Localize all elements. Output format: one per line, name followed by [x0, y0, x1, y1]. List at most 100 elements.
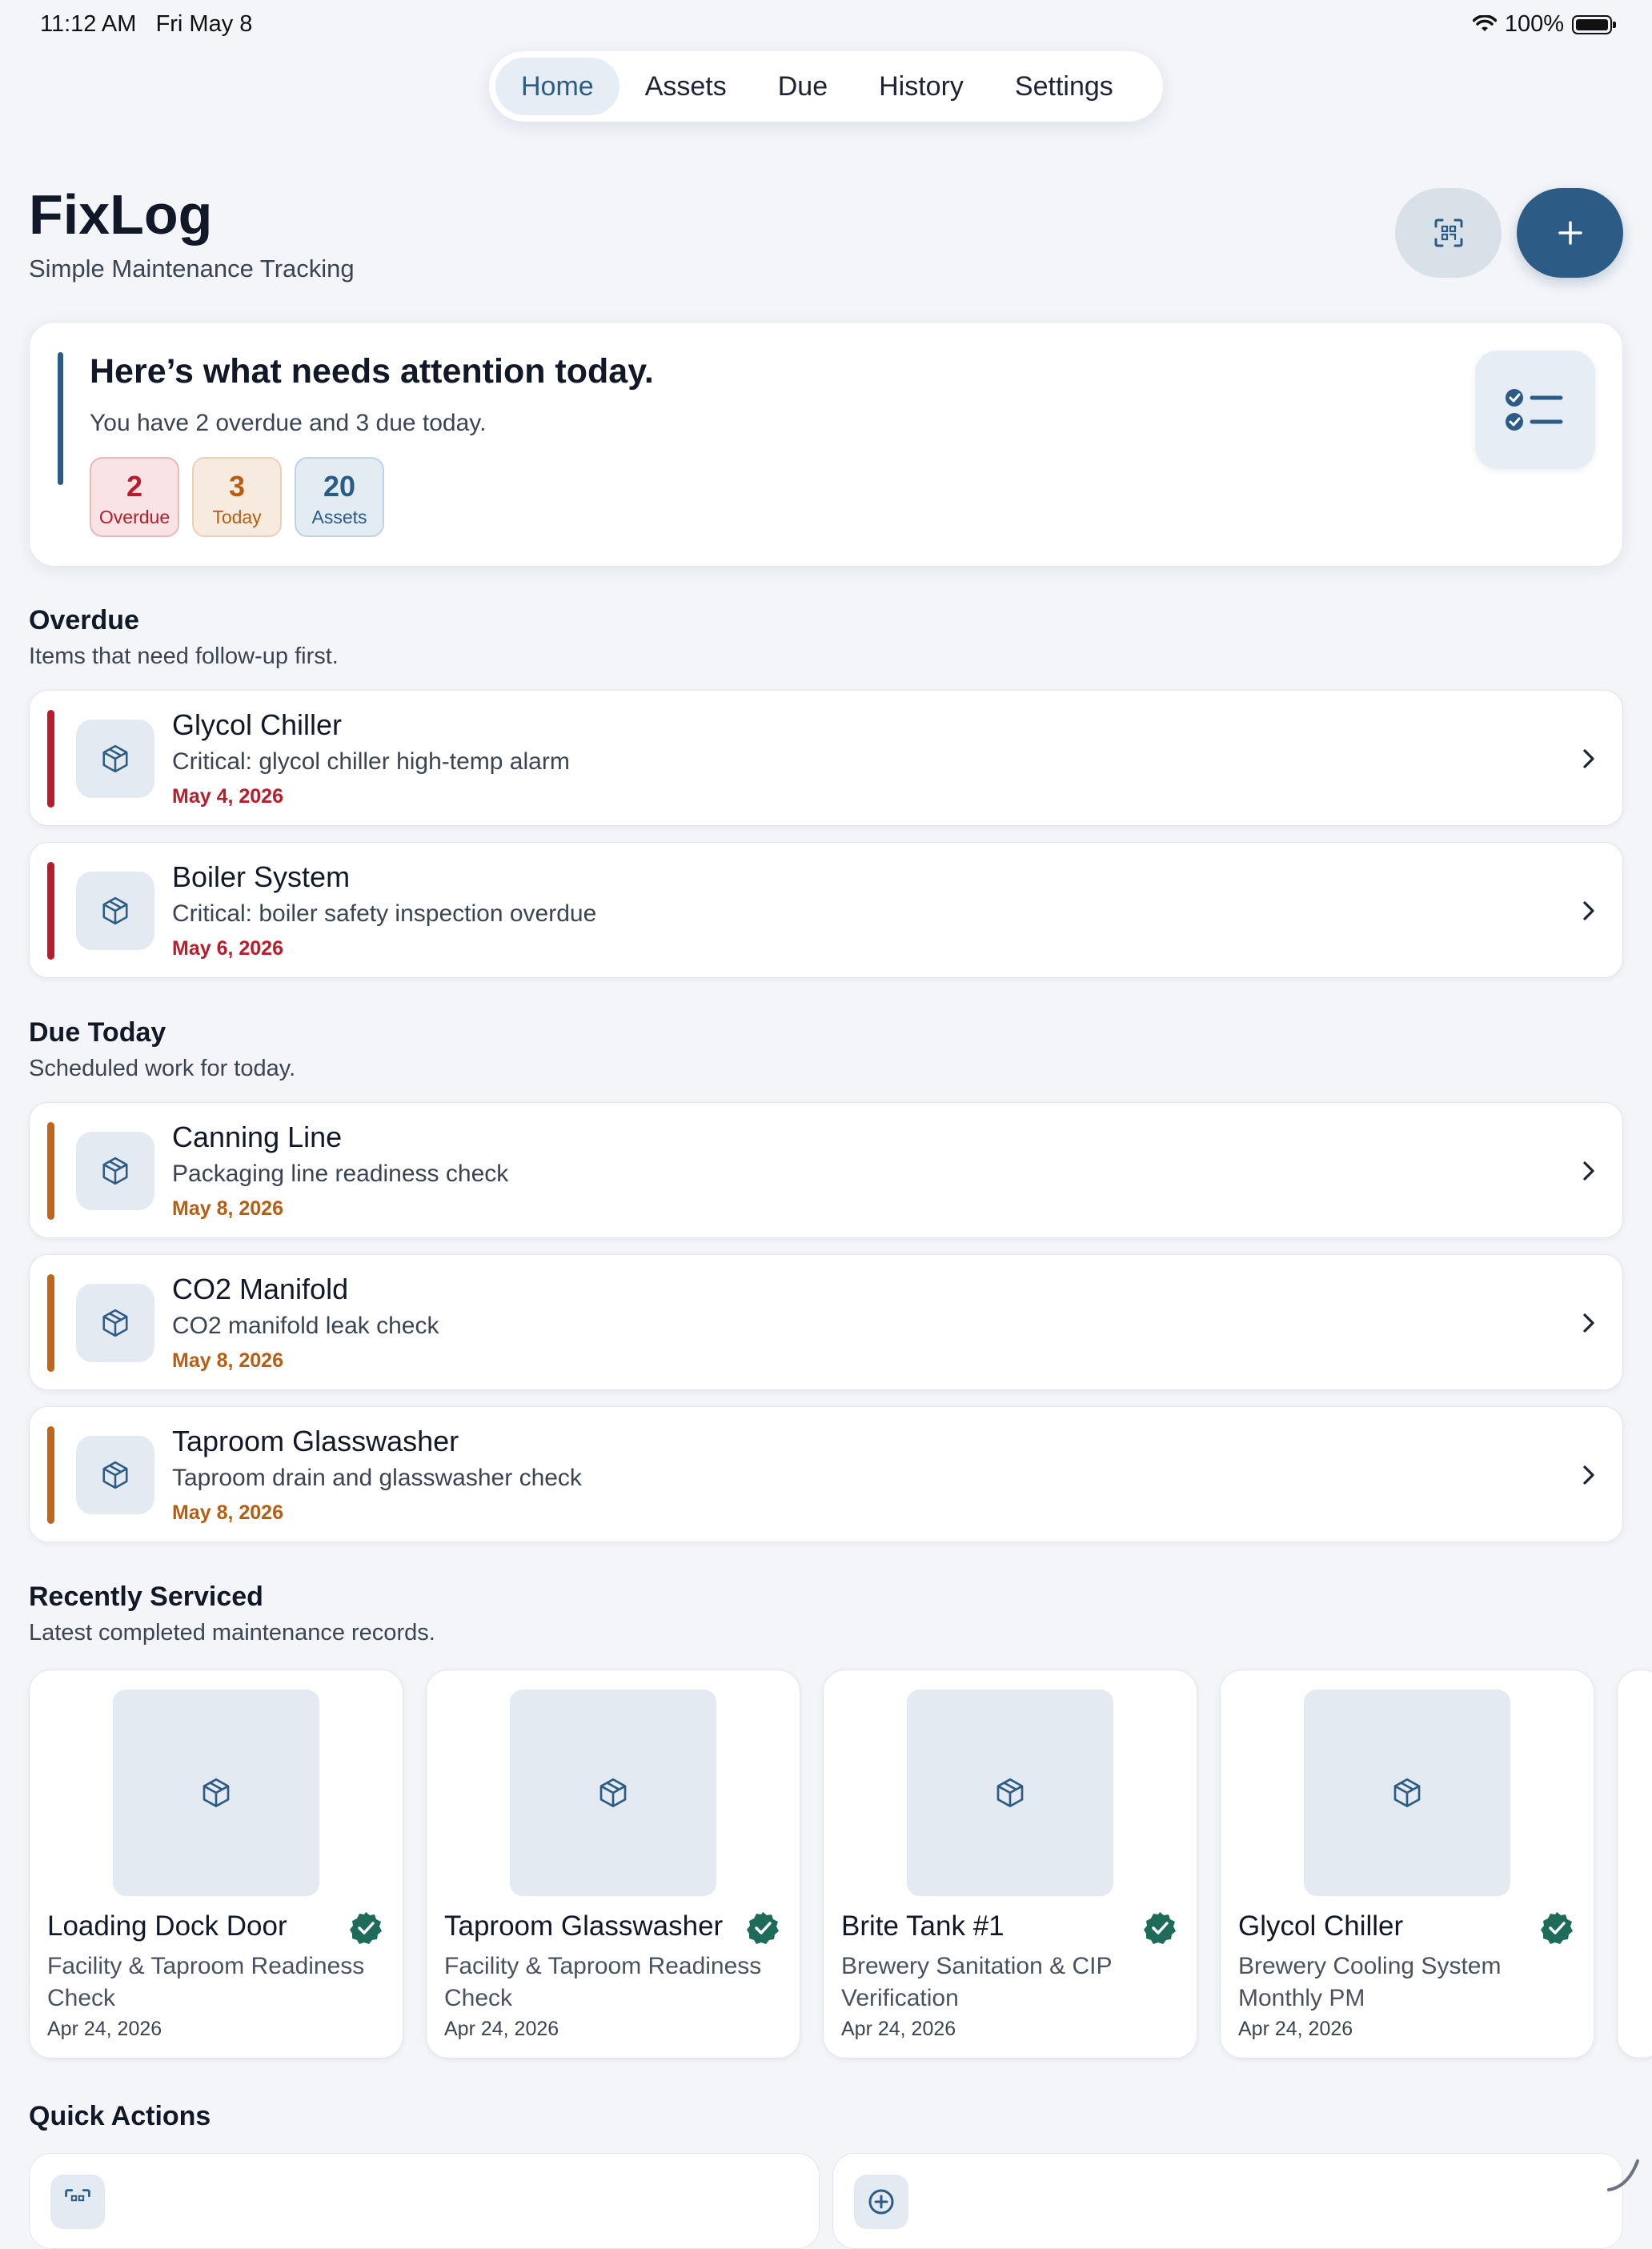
due-date: May 6, 2026 [172, 937, 283, 960]
due-indicator [47, 1274, 54, 1372]
service-description: Brewery Sanitation & CIP Verification [841, 1953, 1112, 2011]
status-date: Fri May 8 [155, 11, 253, 37]
asset-photo-placeholder [1304, 1690, 1510, 1896]
box-icon [102, 744, 128, 773]
quick-action-scan[interactable] [29, 2153, 820, 2249]
asset-name: Glycol Chiller [172, 708, 343, 741]
tab-due[interactable]: Due [752, 58, 853, 115]
due-date: May 8, 2026 [172, 1501, 283, 1524]
box-icon [102, 1157, 128, 1185]
tab-home[interactable]: Home [495, 58, 620, 115]
list-item[interactable]: Boiler System Critical: boiler safety in… [29, 842, 1623, 978]
service-description: Brewery Cooling System Monthly PM [1238, 1953, 1502, 2011]
due-indicator [47, 1122, 54, 1220]
box-icon [202, 1778, 230, 1807]
today-count: 3 [228, 470, 246, 503]
chevron-right-icon [1574, 739, 1603, 779]
status-indicators: 100% [1472, 11, 1616, 38]
asset-name: Brite Tank #1 [841, 1910, 1004, 1942]
overdue-count-badge[interactable]: 2 Overdue [90, 457, 179, 537]
box-icon [599, 1778, 627, 1807]
asset-name: Glycol Chiller [1238, 1910, 1404, 1942]
page-title: FixLog [29, 183, 213, 246]
qr-scan-icon [50, 2175, 105, 2229]
due-today-section-subtitle: Scheduled work for today. [29, 1056, 296, 1081]
box-icon [102, 1309, 128, 1337]
list-item[interactable]: Taproom Glasswasher Taproom drain and gl… [29, 1406, 1623, 1542]
verified-badge-icon [747, 1912, 779, 1944]
overdue-indicator [47, 862, 54, 960]
box-icon [996, 1778, 1024, 1807]
top-nav: Home Assets Due History Settings [489, 51, 1163, 122]
service-card[interactable]: Loading Dock Door Facility & Taproom Rea… [29, 1670, 403, 2059]
tab-assets[interactable]: Assets [620, 58, 752, 115]
verified-badge-icon [350, 1912, 382, 1944]
quick-actions-title: Quick Actions [29, 2101, 211, 2131]
chevron-right-icon [1574, 1151, 1603, 1191]
scan-button[interactable] [1395, 188, 1502, 278]
asset-photo-placeholder [907, 1690, 1113, 1896]
asset-photo-placeholder [113, 1690, 319, 1896]
assets-count-label: Assets [311, 507, 367, 527]
asset-icon-tile [76, 720, 154, 798]
due-indicator [47, 1426, 54, 1524]
assets-count: 20 [323, 470, 356, 503]
overdue-count-label: Overdue [98, 507, 170, 527]
task-description: Critical: glycol chiller high-temp alarm [172, 748, 570, 775]
quick-action-add[interactable] [832, 2153, 1623, 2249]
verified-badge-icon [1541, 1912, 1573, 1944]
battery-icon [1572, 14, 1616, 34]
today-count-label: Today [212, 507, 262, 527]
asset-icon-tile [76, 1284, 154, 1362]
recent-section-subtitle: Latest completed maintenance records. [29, 1620, 435, 1646]
battery-percent: 100% [1504, 11, 1564, 37]
service-date: Apr 24, 2026 [1238, 2018, 1353, 2040]
due-date: May 4, 2026 [172, 785, 283, 808]
asset-name: Canning Line [172, 1120, 343, 1153]
today-count-badge[interactable]: 3 Today [192, 457, 282, 537]
asset-name: Taproom Glasswasher [172, 1425, 459, 1457]
verified-badge-icon [1144, 1912, 1176, 1944]
attention-title: Here’s what needs attention today. [90, 352, 654, 391]
asset-name: Boiler System [172, 860, 351, 893]
list-item[interactable]: Canning Line Packaging line readiness ch… [29, 1102, 1623, 1238]
add-button[interactable] [1517, 188, 1623, 278]
wifi-icon [1472, 14, 1497, 31]
asset-name: Loading Dock Door [47, 1910, 287, 1942]
task-description: Critical: boiler safety inspection overd… [172, 900, 597, 927]
attention-accent-bar [58, 352, 63, 485]
tab-history[interactable]: History [853, 58, 989, 115]
due-date: May 8, 2026 [172, 1349, 283, 1372]
status-time: 11:12 AM Fri May 8 [40, 11, 253, 37]
tab-settings[interactable]: Settings [989, 58, 1139, 115]
list-item[interactable]: Glycol Chiller Critical: glycol chiller … [29, 690, 1623, 826]
overdue-indicator [47, 710, 54, 808]
box-icon [102, 1461, 128, 1489]
checklist-icon [1506, 389, 1563, 431]
service-card[interactable]: Glycol Chiller Brewery Cooling System Mo… [1220, 1670, 1594, 2059]
assets-count-badge[interactable]: 20 Assets [295, 457, 384, 537]
service-card-partial[interactable] [1617, 1670, 1652, 2059]
due-date: May 8, 2026 [172, 1197, 283, 1220]
resize-handle-icon[interactable] [1604, 2155, 1644, 2195]
task-description: Taproom drain and glasswasher check [172, 1465, 582, 1491]
task-description: Packaging line readiness check [172, 1161, 509, 1187]
attention-summary: You have 2 overdue and 3 due today. [90, 410, 487, 436]
chevron-right-icon [1574, 1303, 1603, 1343]
service-card[interactable]: Taproom Glasswasher Facility & Taproom R… [426, 1670, 800, 2059]
task-description: CO2 manifold leak check [172, 1313, 439, 1339]
page-subtitle: Simple Maintenance Tracking [29, 255, 355, 283]
asset-name: Taproom Glasswasher [444, 1910, 724, 1942]
list-item[interactable]: CO2 Manifold CO2 manifold leak check May… [29, 1254, 1623, 1390]
plus-circle-icon [854, 2175, 908, 2229]
service-date: Apr 24, 2026 [47, 2018, 162, 2040]
box-icon [1393, 1778, 1421, 1807]
asset-name: CO2 Manifold [172, 1273, 349, 1305]
asset-photo-placeholder [510, 1690, 716, 1896]
service-date: Apr 24, 2026 [444, 2018, 559, 2040]
chevron-right-icon [1574, 1455, 1603, 1495]
asset-icon-tile [76, 872, 154, 950]
overdue-section-subtitle: Items that need follow-up first. [29, 643, 339, 669]
service-card[interactable]: Brite Tank #1 Brewery Sanitation & CIP V… [823, 1670, 1197, 2059]
recent-section-title: Recently Serviced [29, 1582, 263, 1612]
